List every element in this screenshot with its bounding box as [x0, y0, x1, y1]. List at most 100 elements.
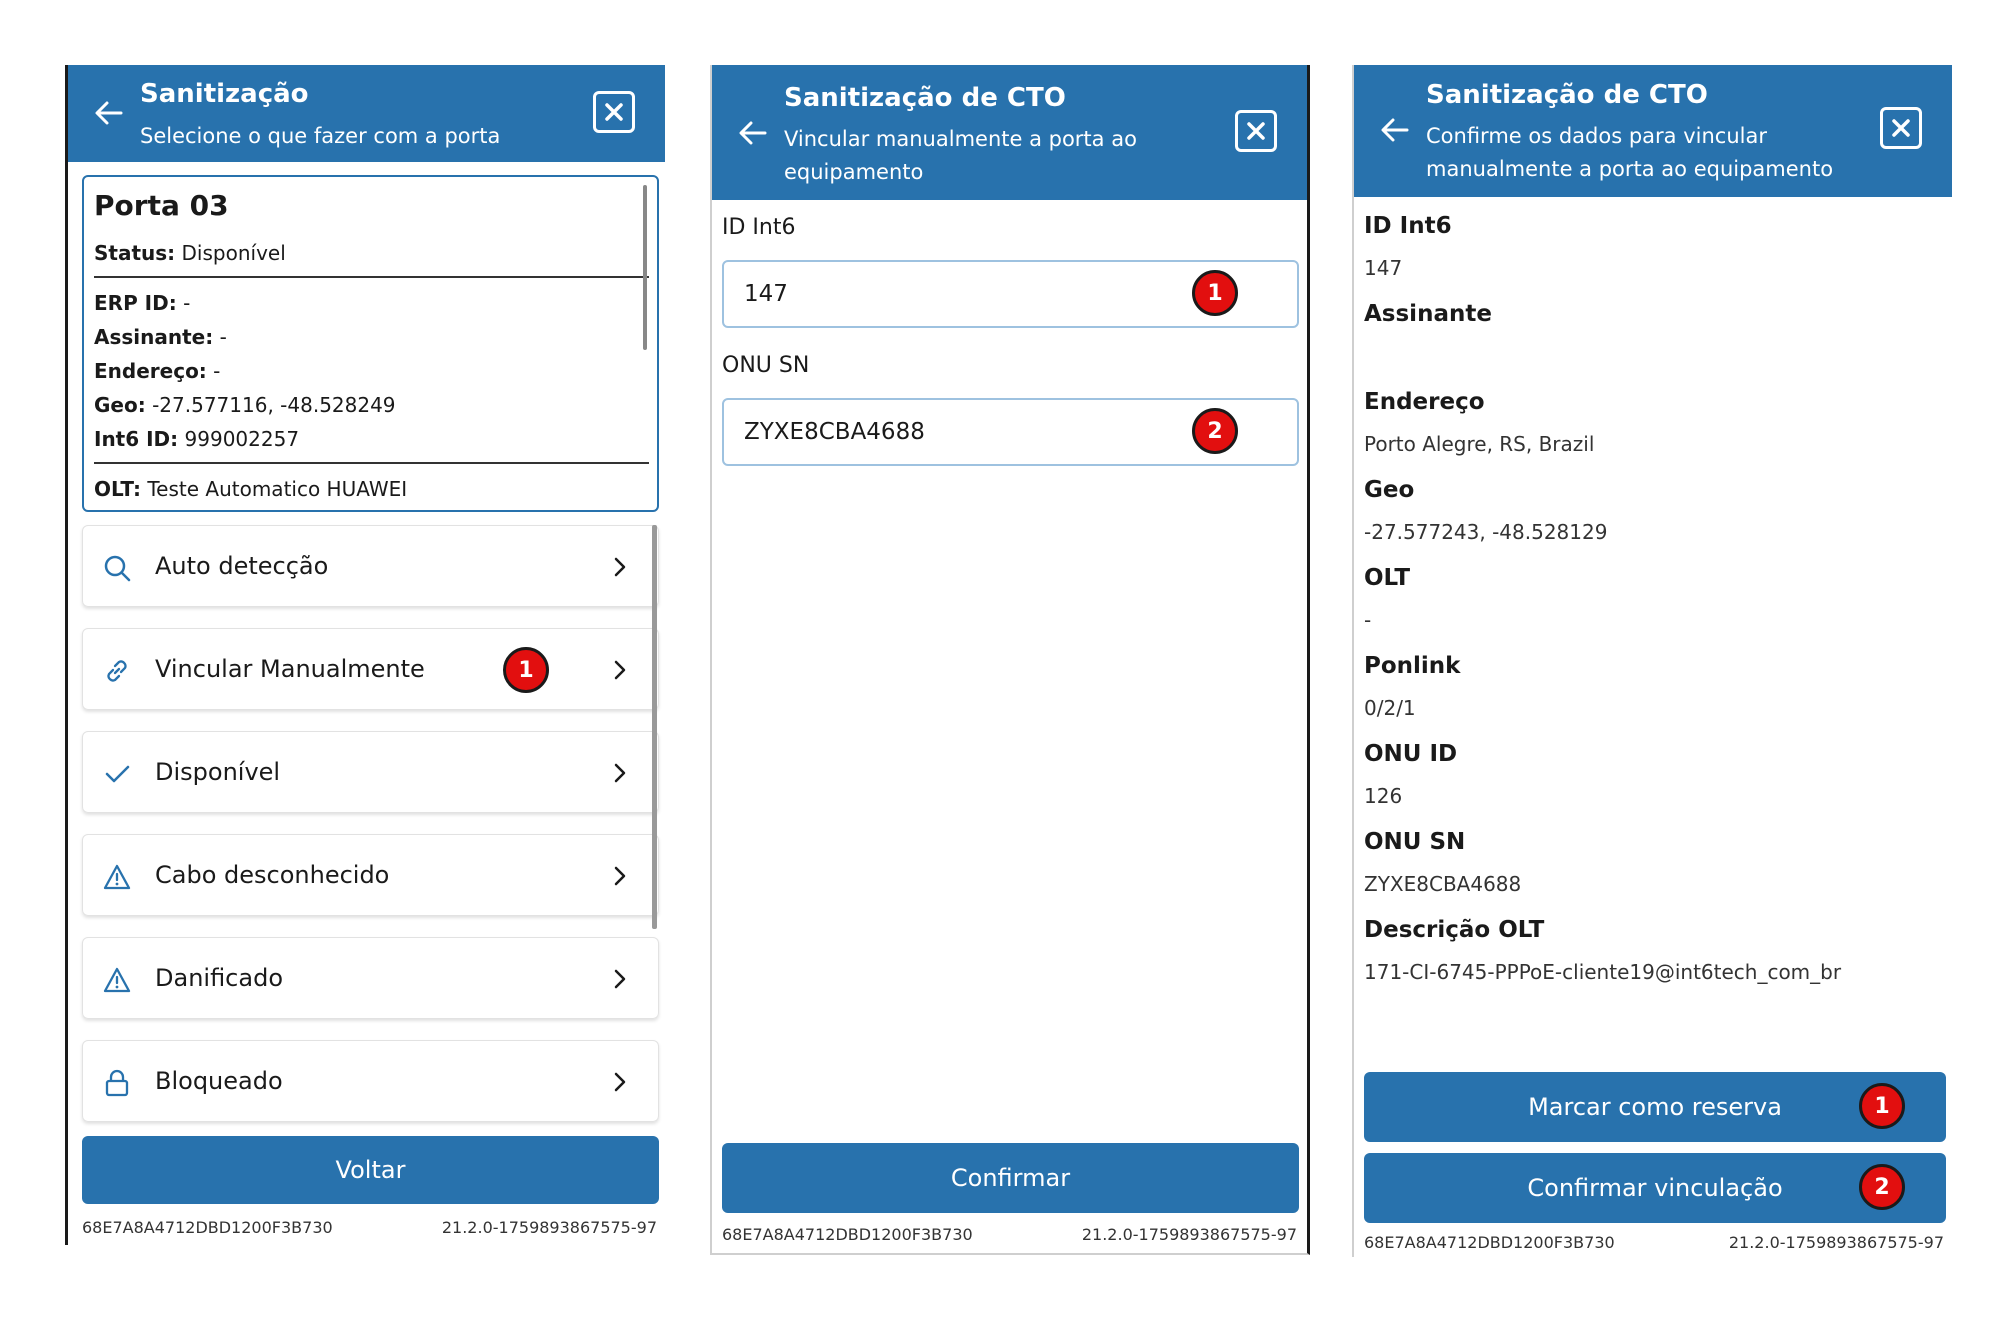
status-row: Status: Disponível	[94, 236, 657, 270]
erp-value: -	[183, 291, 191, 315]
detail-value-descricao-olt: 171-CI-6745-PPPoE-cliente19@int6tech_com…	[1364, 960, 1842, 984]
divider	[94, 276, 649, 278]
menu-item-label: Cabo desconhecido	[155, 861, 390, 889]
action-menu: Auto detecção Vincular Manualmente 1 Dis…	[82, 525, 659, 1143]
header-title: Sanitização	[140, 79, 309, 109]
menu-item-auto-deteccao[interactable]: Auto detecção	[82, 525, 659, 607]
menu-item-label: Vincular Manualmente	[155, 655, 425, 683]
warning-icon	[103, 967, 131, 993]
detail-value-id-int6: 147	[1364, 256, 1403, 280]
onu-sn-label: ONU SN	[722, 353, 810, 378]
card-scrollbar[interactable]	[643, 185, 647, 350]
menu-item-label: Auto detecção	[155, 552, 329, 580]
detail-label-assinante: Assinante	[1364, 301, 1492, 327]
chevron-right-icon	[614, 1072, 626, 1092]
geo-value: -27.577116, -48.528249	[152, 393, 396, 417]
device-id: 68E7A8A4712DBD1200F3B730	[722, 1225, 973, 1244]
endereco-label: Endereço:	[94, 359, 207, 383]
search-icon	[104, 555, 131, 582]
assinante-row: Assinante: -	[94, 320, 657, 354]
check-icon	[105, 765, 130, 783]
onu-sn-value: ZYXE8CBA4688	[744, 419, 925, 445]
close-icon[interactable]	[1880, 107, 1922, 149]
menu-item-disponivel[interactable]: Disponível	[82, 731, 659, 813]
device-id: 68E7A8A4712DBD1200F3B730	[1364, 1233, 1615, 1252]
lock-icon	[105, 1069, 129, 1097]
header-subtitle: Selecione o que fazer com a porta	[140, 124, 501, 148]
endereco-value: -	[213, 359, 221, 383]
detail-value-ponlink: 0/2/1	[1364, 696, 1416, 720]
int6-row: Int6 ID: 999002257	[94, 422, 657, 456]
olt-row: OLT: Teste Automatico HUAWEI	[94, 472, 657, 506]
status-label: Status:	[94, 241, 176, 265]
assinante-value: -	[219, 325, 227, 349]
detail-label-endereco: Endereço	[1364, 389, 1485, 415]
detail-value-onu-id: 126	[1364, 784, 1403, 808]
id-int6-value: 147	[744, 281, 788, 307]
back-arrow-icon[interactable]	[94, 98, 124, 128]
olt-label: OLT:	[94, 477, 141, 501]
button-label: Marcar como reserva	[1528, 1093, 1782, 1121]
menu-item-label: Bloqueado	[155, 1067, 283, 1095]
voltar-button[interactable]: Voltar	[82, 1136, 659, 1204]
device-id: 68E7A8A4712DBD1200F3B730	[82, 1218, 333, 1237]
step-badge: 1	[1859, 1083, 1905, 1129]
screen-sanitizacao-options: Sanitização Selecione o que fazer com a …	[65, 65, 665, 1245]
detail-label-onu-sn: ONU SN	[1364, 829, 1466, 855]
menu-item-vincular-manualmente[interactable]: Vincular Manualmente 1	[82, 628, 659, 710]
detail-label-ponlink: Ponlink	[1364, 653, 1461, 679]
menu-item-label: Disponível	[155, 758, 281, 786]
chevron-right-icon	[614, 763, 626, 783]
close-icon[interactable]	[593, 91, 635, 133]
erp-label: ERP ID:	[94, 291, 177, 315]
warning-icon	[103, 864, 131, 890]
app-header: Sanitização de CTO Confirme os dados par…	[1354, 65, 1952, 197]
app-header: Sanitização de CTO Vincular manualmente …	[712, 65, 1307, 200]
detail-label-geo: Geo	[1364, 477, 1415, 503]
step-badge: 2	[1859, 1164, 1905, 1210]
status-value: Disponível	[181, 241, 286, 265]
detail-label-olt: OLT	[1364, 565, 1411, 591]
detail-value-onu-sn: ZYXE8CBA4688	[1364, 872, 1522, 896]
app-version: 21.2.0-1759893867575-97	[441, 1218, 657, 1237]
detail-label-descricao-olt: Descrição OLT	[1364, 917, 1545, 943]
menu-item-danificado[interactable]: Danificado	[82, 937, 659, 1019]
geo-label: Geo:	[94, 393, 146, 417]
header-subtitle: Vincular manualmente a porta ao equipame…	[784, 127, 1137, 184]
step-badge: 2	[1192, 408, 1238, 454]
app-version: 21.2.0-1759893867575-97	[1081, 1225, 1297, 1244]
screen-confirmar-vinculacao: Sanitização de CTO Confirme os dados par…	[1352, 65, 1952, 1257]
detail-value-endereco: Porto Alegre, RS, Brazil	[1364, 432, 1595, 456]
divider	[94, 462, 649, 464]
back-arrow-icon[interactable]	[1380, 115, 1410, 145]
screen-vincular-manualmente: Sanitização de CTO Vincular manualmente …	[710, 65, 1310, 1255]
button-label: Confirmar vinculação	[1527, 1174, 1783, 1202]
back-arrow-icon[interactable]	[738, 118, 768, 148]
step-badge: 1	[1192, 270, 1238, 316]
app-header: Sanitização Selecione o que fazer com a …	[68, 65, 665, 162]
int6-label: Int6 ID:	[94, 427, 179, 451]
app-version: 21.2.0-1759893867575-97	[1728, 1233, 1944, 1252]
menu-item-bloqueado[interactable]: Bloqueado	[82, 1040, 659, 1122]
id-int6-label: ID Int6	[722, 215, 796, 240]
port-info-card: Porta 03 Status: Disponível ERP ID: - As…	[82, 175, 659, 512]
step-badge: 1	[503, 647, 549, 693]
close-icon[interactable]	[1235, 110, 1277, 152]
chevron-right-icon	[614, 660, 626, 680]
endereco-row: Endereço: -	[94, 354, 657, 388]
menu-item-label: Danificado	[155, 964, 284, 992]
erp-row: ERP ID: -	[94, 286, 657, 320]
header-title: Sanitização de CTO	[1426, 80, 1708, 110]
detail-label-id-int6: ID Int6	[1364, 213, 1452, 239]
chevron-right-icon	[614, 866, 626, 886]
header-title: Sanitização de CTO	[784, 83, 1066, 113]
port-title: Porta 03	[94, 189, 229, 222]
detail-value-geo: -27.577243, -48.528129	[1364, 520, 1608, 544]
confirmar-button[interactable]: Confirmar	[722, 1143, 1299, 1213]
chevron-right-icon	[614, 969, 626, 989]
menu-scrollbar[interactable]	[652, 525, 657, 929]
detail-value-olt: -	[1364, 608, 1372, 632]
menu-item-cabo-desconhecido[interactable]: Cabo desconhecido	[82, 834, 659, 916]
header-subtitle: Confirme os dados para vincular manualme…	[1426, 124, 1834, 181]
geo-row: Geo: -27.577116, -48.528249	[94, 388, 657, 422]
